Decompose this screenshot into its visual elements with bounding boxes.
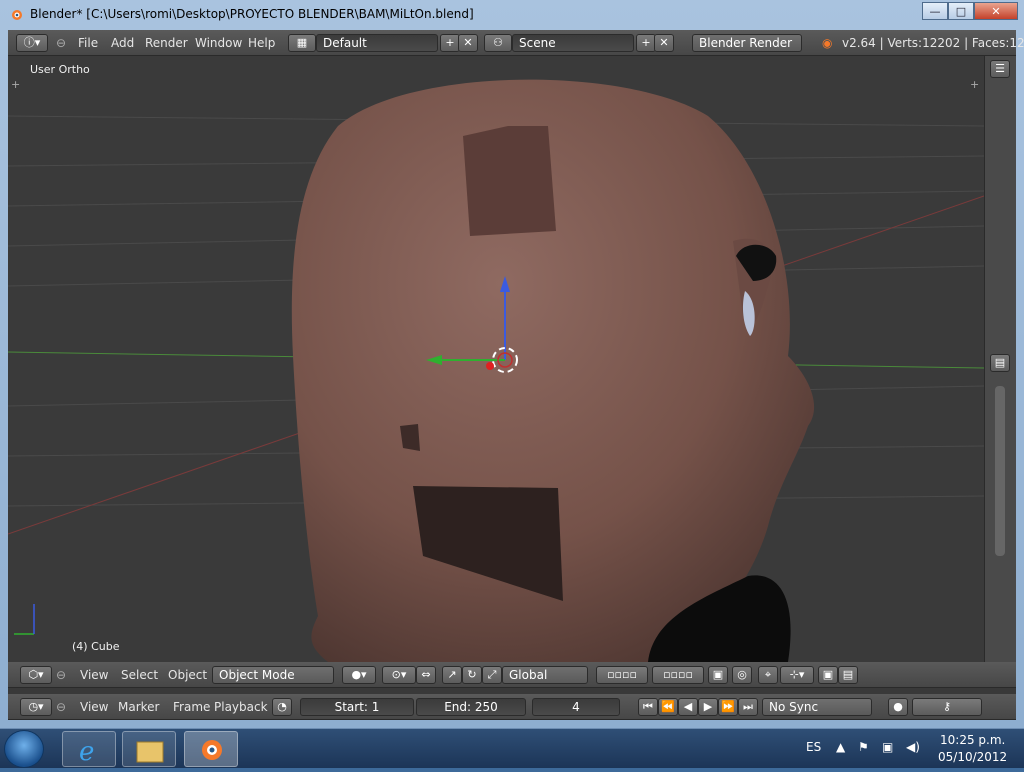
pivot-point-icon[interactable]: ⊙▾ — [382, 666, 416, 684]
end-frame-field[interactable]: End: 250 — [416, 698, 526, 716]
current-frame-field[interactable]: 4 — [532, 698, 620, 716]
texture-patch-small — [400, 424, 420, 451]
blender-window: Blender* [C:\Users\romi\Desktop\PROYECTO… — [0, 0, 1024, 728]
active-object-label: (4) Cube — [72, 640, 120, 653]
texture-patch-top — [463, 126, 556, 236]
blender-logo-icon: ◉ — [822, 36, 833, 50]
maximize-button[interactable]: □ — [948, 2, 974, 20]
menu-view-timeline[interactable]: View — [80, 700, 108, 714]
menu-add[interactable]: Add — [111, 36, 134, 50]
remove-layout-icon[interactable]: ✕ — [458, 34, 478, 52]
render-engine-select[interactable]: Blender Render — [692, 34, 802, 52]
clock-date[interactable]: 05/10/2012 — [938, 750, 1007, 764]
volume-icon[interactable]: ◀) — [906, 740, 920, 754]
editor-type-3dview-icon[interactable]: ⬡▾ — [20, 666, 52, 684]
scene-icon[interactable]: ⚇ — [484, 34, 512, 52]
network-icon[interactable]: ▣ — [882, 740, 893, 754]
mode-select[interactable]: Object Mode — [212, 666, 334, 684]
menu-object[interactable]: Object — [168, 668, 207, 682]
collapse-menu-icon[interactable]: ⊖ — [56, 700, 66, 714]
language-indicator[interactable]: ES — [806, 740, 821, 754]
keying-set-icon[interactable]: ⚷ — [912, 698, 982, 716]
action-center-icon[interactable]: ⚑ — [858, 740, 869, 754]
start-button[interactable] — [4, 730, 44, 768]
scale-icon[interactable]: ⤢ — [482, 666, 502, 684]
translate-icon[interactable]: ↗ — [442, 666, 462, 684]
collapse-menu-icon[interactable]: ⊖ — [56, 668, 66, 682]
svg-text:e: e — [79, 737, 94, 767]
add-layout-icon[interactable]: + — [440, 34, 460, 52]
internet-explorer-icon[interactable]: e — [62, 731, 116, 767]
menu-frame[interactable]: Frame — [173, 700, 210, 714]
properties-toggle-icon[interactable]: + — [970, 78, 979, 91]
toolshelf-toggle-icon[interactable]: + — [11, 78, 20, 91]
view-label: User Ortho — [30, 63, 90, 76]
menu-select[interactable]: Select — [121, 668, 158, 682]
layout-icon[interactable]: ▦ — [288, 34, 316, 52]
right-panel-strip: ☰ ▤ — [984, 56, 1016, 662]
sync-select[interactable]: No Sync — [762, 698, 872, 716]
preview-range-icon[interactable]: ◔ — [272, 698, 292, 716]
viewport-scene — [8, 79, 984, 662]
lock-layer-icon[interactable]: ▣ — [708, 666, 728, 684]
record-icon[interactable]: ● — [888, 698, 908, 716]
show-hidden-icons-icon[interactable]: ▲ — [836, 740, 845, 754]
blender-logo-icon — [12, 10, 22, 20]
menu-file[interactable]: File — [78, 36, 98, 50]
jump-start-icon[interactable]: ⏮ — [638, 698, 658, 716]
scrollbar[interactable] — [995, 386, 1005, 556]
transform-orientation-select[interactable]: Global — [502, 666, 588, 684]
manipulator-icon[interactable]: ⇔ — [416, 666, 436, 684]
object-origin — [486, 362, 494, 370]
play-icon[interactable]: ▶ — [698, 698, 718, 716]
editor-type-info-icon[interactable]: ⓘ▾ — [16, 34, 48, 52]
render-still-icon[interactable]: ▣ — [818, 666, 838, 684]
3d-view-header: ⬡▾ ⊖ View Select Object Object Mode ●▾ ⊙… — [8, 662, 1016, 688]
start-frame-field[interactable]: Start: 1 — [300, 698, 414, 716]
snap-element-icon[interactable]: ⊹▾ — [780, 666, 814, 684]
timeline-header: ◷▾ ⊖ View Marker Frame Playback ◔ Start:… — [8, 694, 1016, 720]
outliner-editor-icon[interactable]: ☰ — [990, 60, 1010, 78]
close-button[interactable]: ✕ — [974, 2, 1018, 20]
info-header: ⓘ▾ ⊖ File Add Render Window Help ▦ Defau… — [8, 30, 1024, 56]
menu-help[interactable]: Help — [248, 36, 275, 50]
taskbar: e ES ▲ ⚑ ▣ ◀) 10:25 p.m. 05/10/2012 — [0, 728, 1024, 768]
menu-window[interactable]: Window — [195, 36, 242, 50]
menu-playback[interactable]: Playback — [214, 700, 268, 714]
snap-icon[interactable]: ⌖ — [758, 666, 778, 684]
3d-viewport[interactable]: User Ortho (4) Cube + + — [8, 56, 984, 662]
proportional-edit-icon[interactable]: ◎ — [732, 666, 752, 684]
title-bar[interactable]: Blender* [C:\Users\romi\Desktop\PROYECTO… — [0, 0, 1024, 28]
file-explorer-icon[interactable] — [122, 731, 176, 767]
layout-select[interactable]: Default — [316, 34, 438, 52]
jump-end-icon[interactable]: ⏭ — [738, 698, 758, 716]
menu-view[interactable]: View — [80, 668, 108, 682]
play-reverse-icon[interactable]: ◀ — [678, 698, 698, 716]
menu-marker[interactable]: Marker — [118, 700, 159, 714]
minimize-button[interactable]: — — [922, 2, 948, 20]
remove-scene-icon[interactable]: ✕ — [654, 34, 674, 52]
render-animation-icon[interactable]: ▤ — [838, 666, 858, 684]
viewport-shading-icon[interactable]: ●▾ — [342, 666, 376, 684]
editor-type-timeline-icon[interactable]: ◷▾ — [20, 698, 52, 716]
collapse-menu-icon[interactable]: ⊖ — [56, 36, 66, 50]
layers-left-icon[interactable]: ▫▫▫▫ — [596, 666, 648, 684]
scene-stats: v2.64 | Verts:12202 | Faces:1214 — [842, 36, 1024, 50]
jump-keyframe-forward-icon[interactable]: ⏩ — [718, 698, 738, 716]
clock-time[interactable]: 10:25 p.m. — [940, 733, 1005, 747]
window-title: Blender* [C:\Users\romi\Desktop\PROYECTO… — [30, 7, 474, 21]
layers-right-icon[interactable]: ▫▫▫▫ — [652, 666, 704, 684]
add-scene-icon[interactable]: + — [636, 34, 656, 52]
properties-editor-icon[interactable]: ▤ — [990, 354, 1010, 372]
blender-taskbar-icon[interactable] — [184, 731, 238, 767]
menu-render[interactable]: Render — [145, 36, 188, 50]
scene-select[interactable]: Scene — [512, 34, 634, 52]
jump-keyframe-back-icon[interactable]: ⏪ — [658, 698, 678, 716]
blender-area: ⓘ▾ ⊖ File Add Render Window Help ▦ Defau… — [8, 30, 1024, 720]
rotate-icon[interactable]: ↻ — [462, 666, 482, 684]
